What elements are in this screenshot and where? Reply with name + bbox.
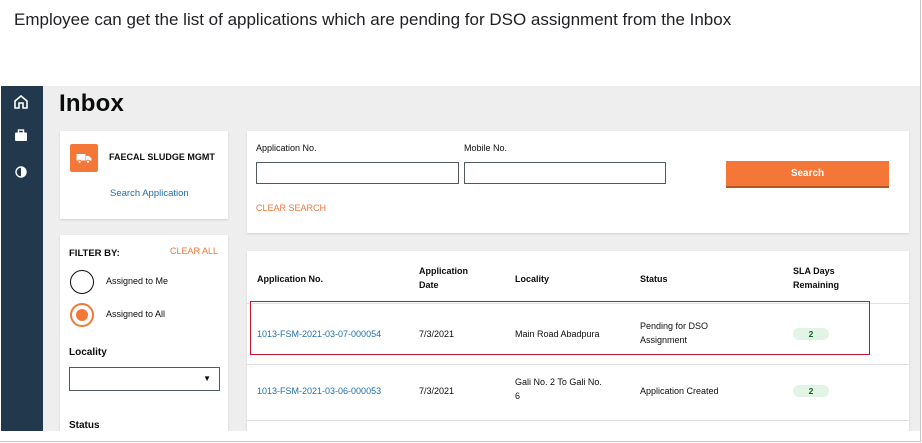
- home-icon[interactable]: [13, 94, 29, 110]
- header-status: Status: [640, 274, 668, 284]
- app-window: Inbox FAECAL SLUDGE MGMT Search Applicat…: [1, 86, 920, 431]
- search-card: Application No. Mobile No. Search CLEAR …: [247, 131, 909, 233]
- header-application-no: Application No.: [257, 274, 323, 284]
- radio-label-assigned-to-all: Assigned to All: [106, 309, 166, 319]
- row1-locality: Main Road Abadpura: [515, 329, 600, 339]
- locality-dropdown[interactable]: ▼: [69, 367, 220, 391]
- mobile-no-label: Mobile No.: [464, 143, 508, 153]
- row-divider: [247, 303, 909, 304]
- clear-search-link[interactable]: CLEAR SEARCH: [256, 203, 326, 213]
- row2-application-no-link[interactable]: 1013-FSM-2021-03-06-000053: [257, 384, 381, 398]
- header-application-date: Application Date: [419, 264, 468, 292]
- row-divider: [247, 364, 909, 365]
- module-card: FAECAL SLUDGE MGMT Search Application: [60, 131, 228, 219]
- header-sla-line1: SLA Days: [793, 266, 835, 276]
- radio-assigned-to-me[interactable]: [70, 270, 94, 294]
- applications-table: Application No. Application Date Localit…: [247, 251, 909, 431]
- application-no-input[interactable]: [256, 162, 459, 184]
- search-button[interactable]: Search: [726, 161, 889, 186]
- header-application-date-line2: Date: [419, 280, 439, 290]
- row1-date: 7/3/2021: [419, 329, 455, 339]
- header-sla: SLA Days Remaining: [793, 264, 839, 292]
- row2-locality: Gali No. 2 To Gali No. 6: [515, 375, 602, 403]
- row2-date: 7/3/2021: [419, 386, 455, 396]
- radio-label-assigned-to-me: Assigned to Me: [106, 276, 169, 286]
- locality-label: Locality: [69, 347, 107, 358]
- row2-status: Application Created: [640, 386, 719, 396]
- header-application-date-line1: Application: [419, 266, 468, 276]
- caption-text: Employee can get the list of application…: [14, 10, 732, 29]
- header-locality: Locality: [515, 274, 550, 284]
- contrast-icon[interactable]: [13, 164, 29, 180]
- left-sidebar: [1, 86, 43, 431]
- chevron-down-icon: ▼: [203, 374, 211, 383]
- search-application-link[interactable]: Search Application: [110, 188, 189, 199]
- application-no-label: Application No.: [256, 143, 317, 153]
- page-title: Inbox: [59, 90, 124, 117]
- module-title: FAECAL SLUDGE MGMT: [109, 152, 215, 162]
- row1-status-line1: Pending for DSO: [640, 321, 709, 331]
- row2-sla-badge: 2: [793, 385, 829, 397]
- filter-heading: FILTER BY:: [69, 248, 120, 259]
- status-label: Status: [69, 420, 100, 431]
- row2-locality-line2: 6: [515, 391, 521, 401]
- radio-selected-dot: [76, 309, 88, 321]
- briefcase-icon[interactable]: [13, 127, 29, 143]
- row1-status: Pending for DSO Assignment: [640, 319, 708, 347]
- mobile-no-input[interactable]: [464, 162, 666, 184]
- row1-sla-badge: 2: [793, 328, 829, 340]
- row1-status-line2: Assignment: [640, 335, 688, 345]
- clear-all-link[interactable]: CLEAR ALL: [170, 246, 218, 256]
- row2-locality-line1: Gali No. 2 To Gali No.: [515, 377, 602, 387]
- filter-card: FILTER BY: CLEAR ALL Assigned to Me Assi…: [60, 235, 228, 431]
- row1-application-no-link[interactable]: 1013-FSM-2021-03-07-000054: [257, 327, 381, 341]
- header-sla-line2: Remaining: [793, 280, 840, 290]
- truck-icon: [70, 144, 98, 172]
- row-divider: [247, 420, 909, 421]
- radio-assigned-to-all[interactable]: [70, 303, 94, 327]
